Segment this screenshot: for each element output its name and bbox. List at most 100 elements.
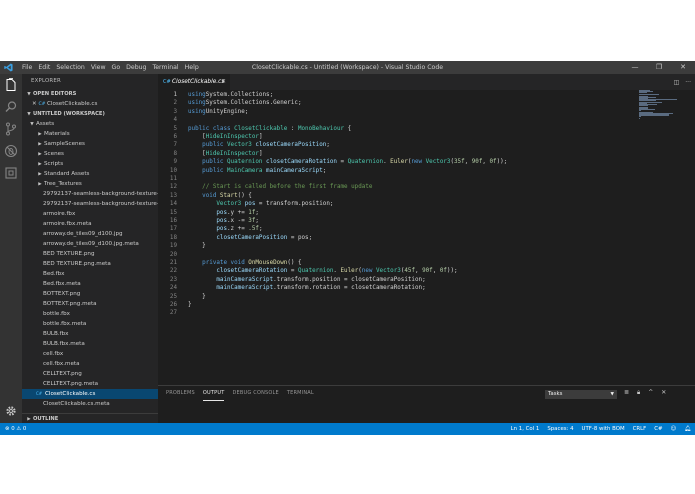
code-editor[interactable]: 1 usingSystem.Collections; 2 usingSystem.Co… xyxy=(158,90,638,383)
menu-terminal[interactable]: Terminal xyxy=(150,61,182,74)
tree-file[interactable]: BOTTEXT.png xyxy=(22,289,158,299)
code-line[interactable]: 16 pos.x -= 3f; xyxy=(158,217,638,225)
tree-file[interactable]: BULB.fbx.meta xyxy=(22,339,158,349)
workspace-section[interactable]: ▼ UNTITLED (WORKSPACE) xyxy=(22,109,158,119)
explorer-icon[interactable] xyxy=(4,78,18,92)
maximize-button[interactable]: ❐ xyxy=(647,61,671,74)
open-editors-section[interactable]: ▼ OPEN EDITORS xyxy=(22,89,158,99)
tree-file[interactable]: CELLTEXT.png xyxy=(22,369,158,379)
menu-go[interactable]: Go xyxy=(109,61,124,74)
code-line[interactable]: 21 private void OnMouseDown() { xyxy=(158,259,638,267)
tree-file[interactable]: 29792137-seamless-background-texture-o..… xyxy=(22,199,158,209)
close-panel-icon[interactable]: ✕ xyxy=(661,389,666,397)
maximize-panel-icon[interactable]: ^ xyxy=(648,389,653,397)
status-item[interactable]: Ln 1, Col 1 xyxy=(511,423,540,435)
tree-file[interactable]: cell.fbx xyxy=(22,349,158,359)
code-line[interactable]: 27 xyxy=(158,309,638,317)
status-item[interactable]: C# xyxy=(654,423,662,435)
tree-file[interactable]: bottle.fbx xyxy=(22,309,158,319)
code-line[interactable]: 19 } xyxy=(158,242,638,250)
outline-section[interactable]: ▶ OUTLINE xyxy=(22,413,158,423)
code-line[interactable]: 8 [HideInInspector] xyxy=(158,150,638,158)
code-line[interactable]: 22 closetCameraRotation = Quaternion. Eu… xyxy=(158,267,638,275)
status-item[interactable]: Spaces: 4 xyxy=(547,423,573,435)
close-tab-icon[interactable]: ✕ xyxy=(221,74,226,90)
code-line[interactable]: 23 mainCameraScript.transform.position =… xyxy=(158,276,638,284)
panel-tab-debug-console[interactable]: DEBUG CONSOLE xyxy=(232,386,278,401)
panel-tab-problems[interactable]: PROBLEMS xyxy=(166,386,195,401)
code-line[interactable]: 12 // Start is called before the first f… xyxy=(158,183,638,191)
minimize-button[interactable]: — xyxy=(623,61,647,74)
problems-count[interactable]: ⊗ 0 ⚠ 0 xyxy=(5,423,26,435)
tree-file[interactable]: BED TEXTURE.png xyxy=(22,249,158,259)
tree-file[interactable]: BED TEXTURE.png.meta xyxy=(22,259,158,269)
code-line[interactable]: 14 Vector3 pos = transform.position; xyxy=(158,200,638,208)
tab-closetclickable[interactable]: C# ClosetClickable.cs ✕ xyxy=(158,74,230,90)
code-line[interactable]: 6 [HideInInspector] xyxy=(158,133,638,141)
split-editor-icon[interactable]: ◫ xyxy=(674,79,680,86)
clear-output-icon[interactable]: ≣ xyxy=(624,389,629,397)
menu-debug[interactable]: Debug xyxy=(123,61,149,74)
notification-bell-icon[interactable]: 🔔︎ xyxy=(684,423,691,435)
tree-file[interactable]: arroway.de_tiles09_d100.jpg xyxy=(22,229,158,239)
code-line[interactable]: 11 xyxy=(158,175,638,183)
tree-file[interactable]: armoire.fbx.meta xyxy=(22,219,158,229)
lock-scroll-icon[interactable]: 🔒︎ xyxy=(637,389,640,397)
code-line[interactable]: 13 void Start() { xyxy=(158,192,638,200)
tree-file[interactable]: BULB.fbx xyxy=(22,329,158,339)
menu-view[interactable]: View xyxy=(88,61,109,74)
extensions-icon[interactable] xyxy=(4,166,18,180)
feedback-icon[interactable]: ☺ xyxy=(671,423,677,435)
tree-file[interactable]: Bed.fbx.meta xyxy=(22,279,158,289)
code-line[interactable]: 17 pos.z += .5f; xyxy=(158,225,638,233)
tree-folder[interactable]: ▶ Scripts xyxy=(22,159,158,169)
code-line[interactable]: 26} xyxy=(158,301,638,309)
code-line[interactable]: 2 usingSystem.Collections.Generic; xyxy=(158,99,638,107)
code-line[interactable]: 9 public Quaternion closetCameraRotation… xyxy=(158,158,638,166)
tree-file[interactable]: Bed.fbx xyxy=(22,269,158,279)
close-button[interactable]: ✕ xyxy=(671,61,695,74)
tree-folder[interactable]: ▶ Standard Assets xyxy=(22,169,158,179)
code-line[interactable]: 15 pos.y += 1f; xyxy=(158,209,638,217)
menu-help[interactable]: Help xyxy=(182,61,202,74)
tree-file[interactable]: bottle.fbx.meta xyxy=(22,319,158,329)
code-line[interactable]: 1 usingSystem.Collections; xyxy=(158,91,638,99)
code-line[interactable]: 3 usingUnityEngine; xyxy=(158,108,638,116)
search-icon[interactable] xyxy=(4,100,18,114)
tree-folder[interactable]: ▶ SampleScenes xyxy=(22,139,158,149)
tree-folder[interactable]: ▶ Tree_Textures xyxy=(22,179,158,189)
more-actions-icon[interactable]: ··· xyxy=(685,79,691,86)
code-line[interactable]: 20 xyxy=(158,251,638,259)
tree-file[interactable]: C# ClosetClickable.cs xyxy=(22,389,158,399)
menu-file[interactable]: File xyxy=(19,61,35,74)
minimap[interactable] xyxy=(639,90,679,120)
tree-file[interactable]: armoire.fbx xyxy=(22,209,158,219)
tree-file[interactable]: BOTTEXT.png.meta xyxy=(22,299,158,309)
code-line[interactable]: 5 public class ClosetClickable : MonoBeha… xyxy=(158,125,638,133)
panel-tab-terminal[interactable]: TERMINAL xyxy=(287,386,314,401)
menu-selection[interactable]: Selection xyxy=(53,61,88,74)
debug-icon[interactable] xyxy=(4,144,18,158)
code-line[interactable]: 7 public Vector3 closetCameraPosition; xyxy=(158,141,638,149)
output-channel-select[interactable]: Tasks ▼ xyxy=(545,390,617,399)
open-editor-item[interactable]: ✕ C# ClosetClickable.cs xyxy=(22,99,158,109)
source-control-icon[interactable] xyxy=(4,122,18,136)
panel-tab-output[interactable]: OUTPUT xyxy=(202,386,225,401)
code-line[interactable]: 25 } xyxy=(158,293,638,301)
code-line[interactable]: 24 mainCameraScript.transform.rotation =… xyxy=(158,284,638,292)
tree-folder[interactable]: ▼ Assets xyxy=(22,119,158,129)
tree-file[interactable]: arroway.de_tiles09_d100.jpg.meta xyxy=(22,239,158,249)
settings-gear-icon[interactable] xyxy=(4,404,18,418)
tree-file[interactable]: ClosetClickable.cs.meta xyxy=(22,399,158,409)
status-item[interactable]: UTF-8 with BOM xyxy=(582,423,625,435)
tree-folder[interactable]: ▶ Materials xyxy=(22,129,158,139)
tree-file[interactable]: cell.fbx.meta xyxy=(22,359,158,369)
tree-file[interactable]: 29792137-seamless-background-texture-o..… xyxy=(22,189,158,199)
tree-file[interactable]: CELLTEXT.png.meta xyxy=(22,379,158,389)
status-item[interactable]: CRLF xyxy=(633,423,647,435)
code-line[interactable]: 10 public MainCamera mainCameraScript; xyxy=(158,167,638,175)
code-line[interactable]: 18 closetCameraPosition = pos; xyxy=(158,234,638,242)
code-line[interactable]: 4 xyxy=(158,116,638,124)
tree-folder[interactable]: ▶ Scenes xyxy=(22,149,158,159)
menu-edit[interactable]: Edit xyxy=(35,61,53,74)
